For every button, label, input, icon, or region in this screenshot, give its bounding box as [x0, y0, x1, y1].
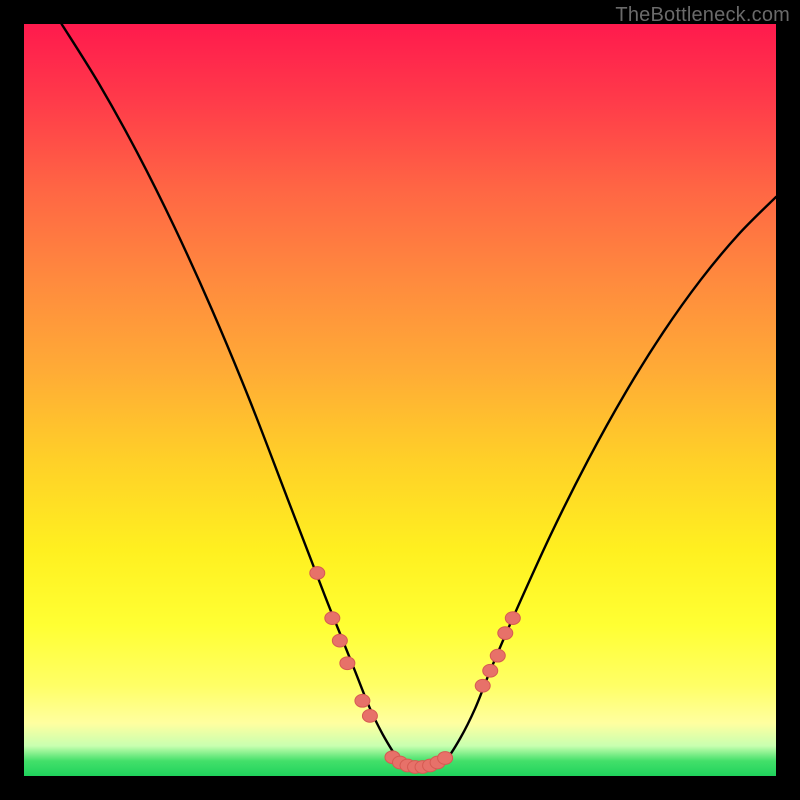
- curve-markers: [310, 567, 521, 774]
- curve-marker: [498, 627, 513, 640]
- curve-marker: [362, 709, 377, 722]
- curve-marker: [483, 664, 498, 677]
- curve-marker: [505, 612, 520, 625]
- curve-marker: [310, 567, 325, 580]
- bottleneck-curve-path: [62, 24, 776, 769]
- curve-marker: [325, 612, 340, 625]
- curve-marker: [490, 649, 505, 662]
- watermark-text: TheBottleneck.com: [615, 4, 790, 27]
- curve-marker: [475, 679, 490, 692]
- curve-marker: [355, 694, 370, 707]
- curve-marker: [332, 634, 347, 647]
- curve-marker: [438, 752, 453, 765]
- bottleneck-chart: [24, 24, 776, 776]
- chart-background: [24, 24, 776, 776]
- curve-marker: [340, 657, 355, 670]
